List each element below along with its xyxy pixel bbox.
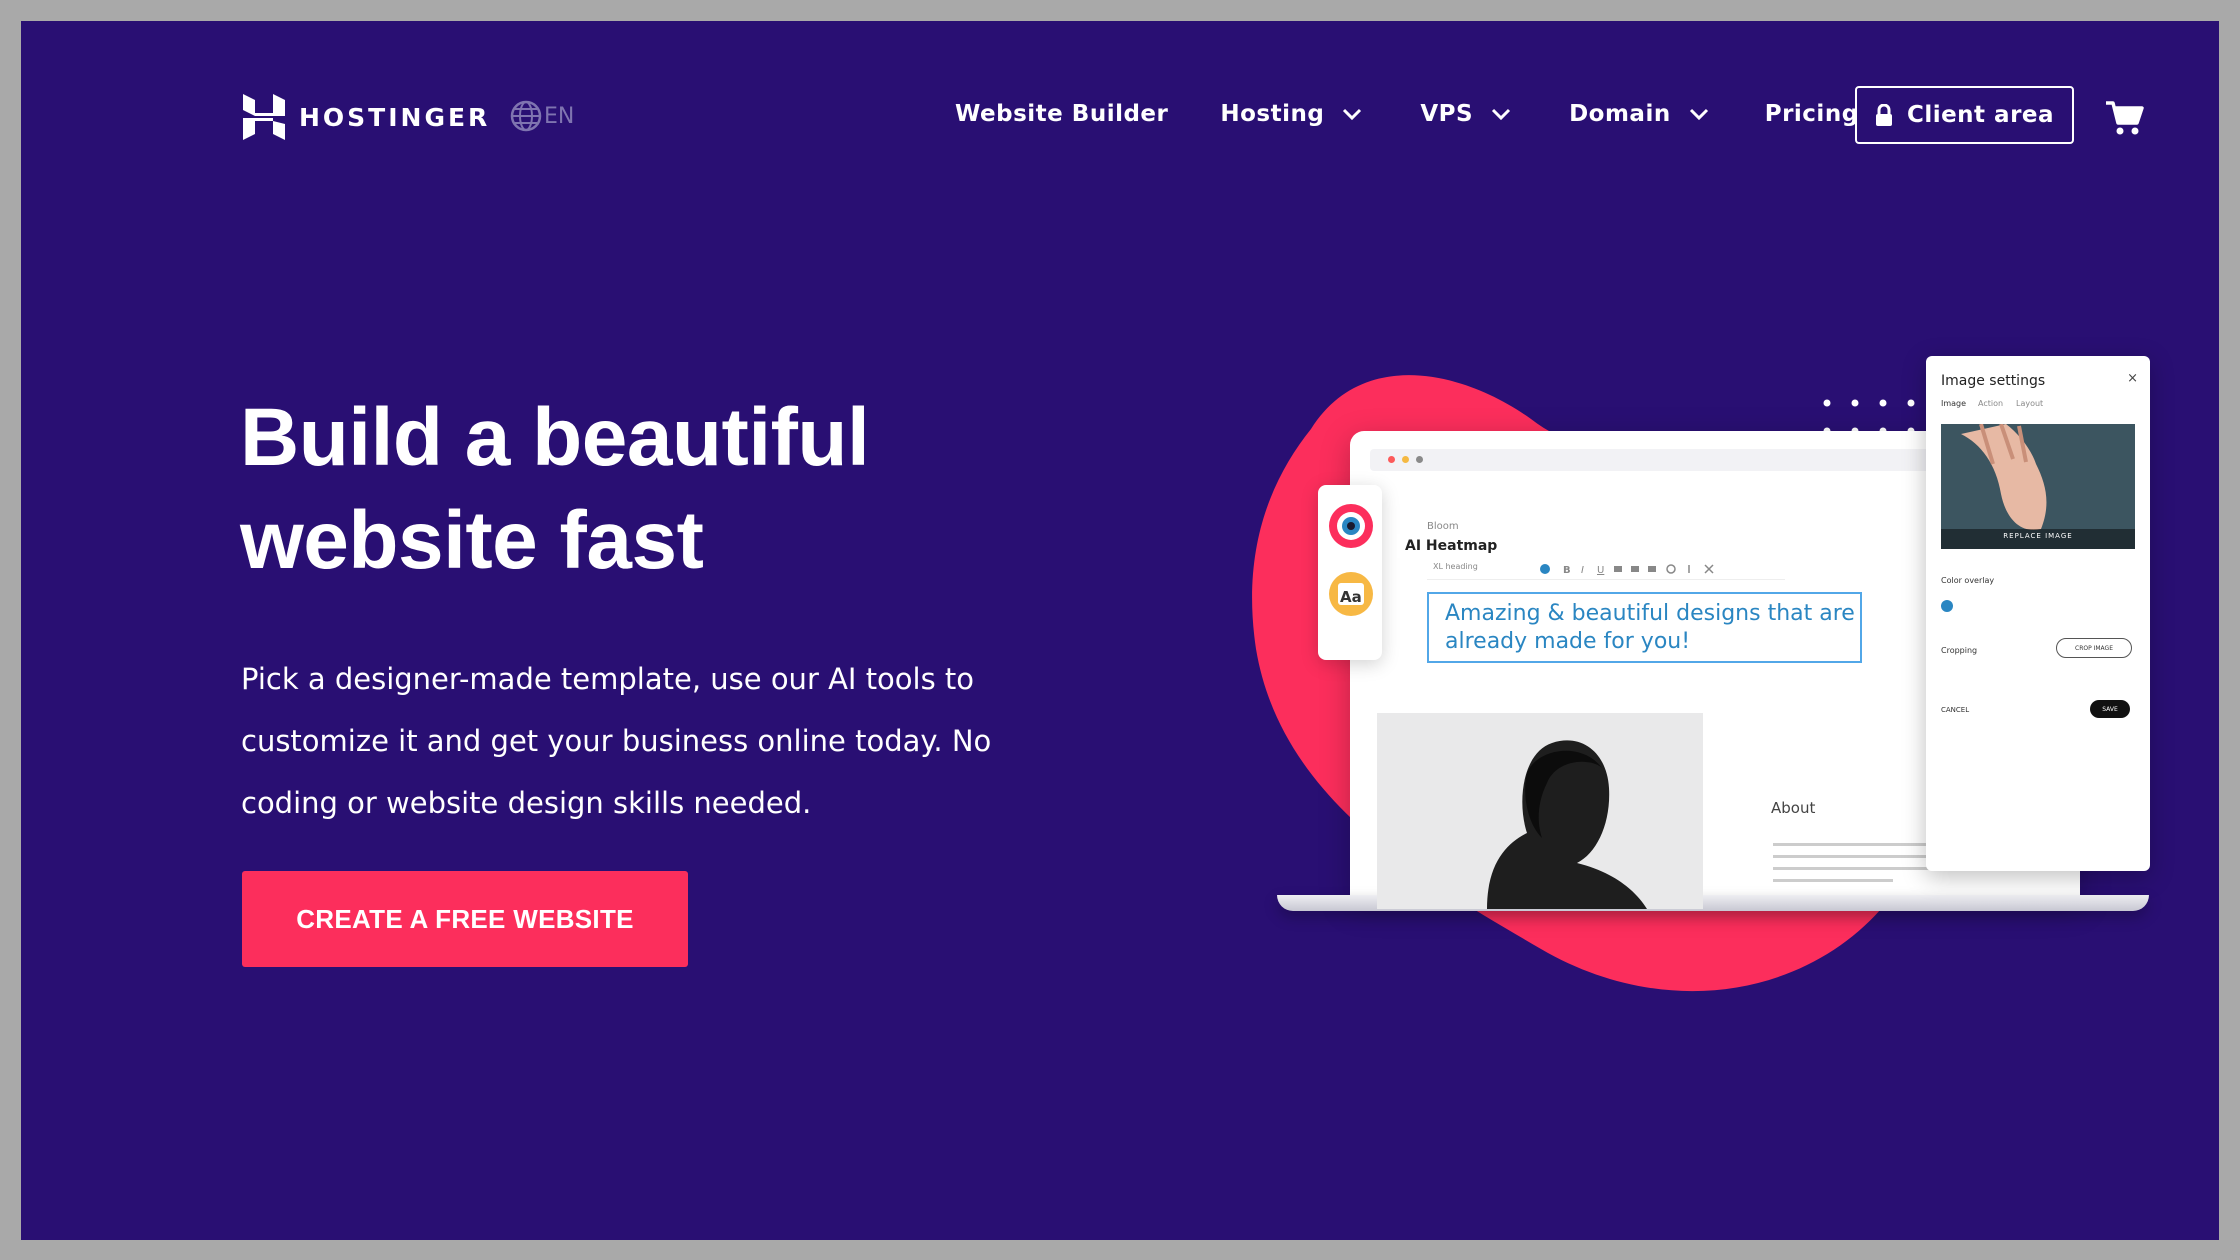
editor-text-box: Amazing & beautiful designs that are alr… xyxy=(1427,592,1862,663)
language-label: EN xyxy=(544,103,575,129)
portrait-image xyxy=(1377,713,1703,909)
svg-text:B: B xyxy=(1563,565,1571,576)
settings-tab-action[interactable]: Action xyxy=(1978,399,2003,408)
svg-text:I: I xyxy=(1581,565,1584,576)
globe-icon xyxy=(510,100,542,132)
window-dot xyxy=(1402,456,1409,463)
settings-tab-layout[interactable]: Layout xyxy=(2016,399,2043,408)
chevron-down-icon xyxy=(1342,108,1362,120)
heading-select: XL heading xyxy=(1433,562,1478,571)
nav-label: VPS xyxy=(1420,101,1474,127)
chevron-down-icon xyxy=(1491,108,1511,120)
image-settings-title: Image settings xyxy=(1941,373,2046,389)
crop-image-button[interactable]: CROP IMAGE xyxy=(2056,638,2132,658)
editor-toolbar: XL heading B I U xyxy=(1427,559,1785,580)
chevron-down-icon xyxy=(1689,108,1709,120)
about-text-lines xyxy=(1773,843,1943,882)
settings-tab-image[interactable]: Image xyxy=(1941,399,1966,408)
client-area-label: Client area xyxy=(1906,102,2055,128)
hero-description: Pick a designer-made template, use our A… xyxy=(241,662,992,820)
ai-tools-panel: Aa xyxy=(1318,485,1382,660)
window-dot xyxy=(1388,456,1395,463)
nav-vps[interactable]: VPS xyxy=(1420,101,1511,127)
ai-heatmap-label: AI Heatmap xyxy=(1397,534,1506,558)
color-swatch[interactable] xyxy=(1941,600,1953,612)
hand-image-preview[interactable]: REPLACE IMAGE xyxy=(1941,424,2135,549)
page: HOSTINGER EN Website Builder Hosting VPS xyxy=(21,21,2219,1240)
cropping-label: Cropping xyxy=(1941,646,1978,655)
close-icon[interactable]: × xyxy=(2127,371,2138,386)
save-button[interactable]: SAVE xyxy=(2090,700,2130,718)
lock-icon xyxy=(1875,104,1892,126)
cancel-button[interactable]: CANCEL xyxy=(1941,706,1969,714)
window-dot xyxy=(1416,456,1423,463)
replace-image-label: REPLACE IMAGE xyxy=(2003,532,2073,540)
hand-image xyxy=(1941,424,2135,549)
nav-label: Domain xyxy=(1569,101,1671,127)
nav-pricing[interactable]: Pricing xyxy=(1765,101,1859,127)
hostinger-logo[interactable]: HOSTINGER xyxy=(243,94,490,140)
image-settings-panel: Image settings × Image Action Layout REP… xyxy=(1926,356,2150,871)
hostinger-logo-icon xyxy=(243,94,285,140)
portrait-photo xyxy=(1377,713,1703,909)
hero-title-line2: website fast xyxy=(240,495,704,586)
about-heading: About xyxy=(1771,799,1816,817)
main-nav: Website Builder Hosting VPS Domain Prici… xyxy=(955,101,1859,127)
nav-website-builder[interactable]: Website Builder xyxy=(955,101,1168,127)
nav-hosting[interactable]: Hosting xyxy=(1220,101,1362,127)
brand-name: HOSTINGER xyxy=(299,102,491,132)
color-overlay-label: Color overlay xyxy=(1941,576,1995,585)
nav-label: Website Builder xyxy=(955,101,1169,127)
client-area-button[interactable]: Client area xyxy=(1855,86,2074,144)
hero-title: Build a beautiful website fast xyxy=(240,386,1040,592)
eye-icon[interactable] xyxy=(1328,503,1374,549)
create-free-website-button[interactable]: CREATE A FREE WEBSITE xyxy=(242,871,688,967)
editor-site-name: Bloom xyxy=(1427,521,1459,532)
nav-label: Hosting xyxy=(1220,101,1325,127)
font-icon-label: Aa xyxy=(1340,588,1362,606)
hero-title-line1: Build a beautiful xyxy=(240,392,870,483)
language-selector[interactable]: EN xyxy=(510,100,574,132)
cart-icon xyxy=(2106,101,2144,135)
cart-button[interactable] xyxy=(2104,99,2144,141)
svg-text:U: U xyxy=(1597,565,1604,576)
nav-domain[interactable]: Domain xyxy=(1569,101,1709,127)
cta-label: CREATE A FREE WEBSITE xyxy=(296,903,634,934)
nav-label: Pricing xyxy=(1764,101,1859,127)
toolbar-icons: B I U xyxy=(1540,564,1714,576)
